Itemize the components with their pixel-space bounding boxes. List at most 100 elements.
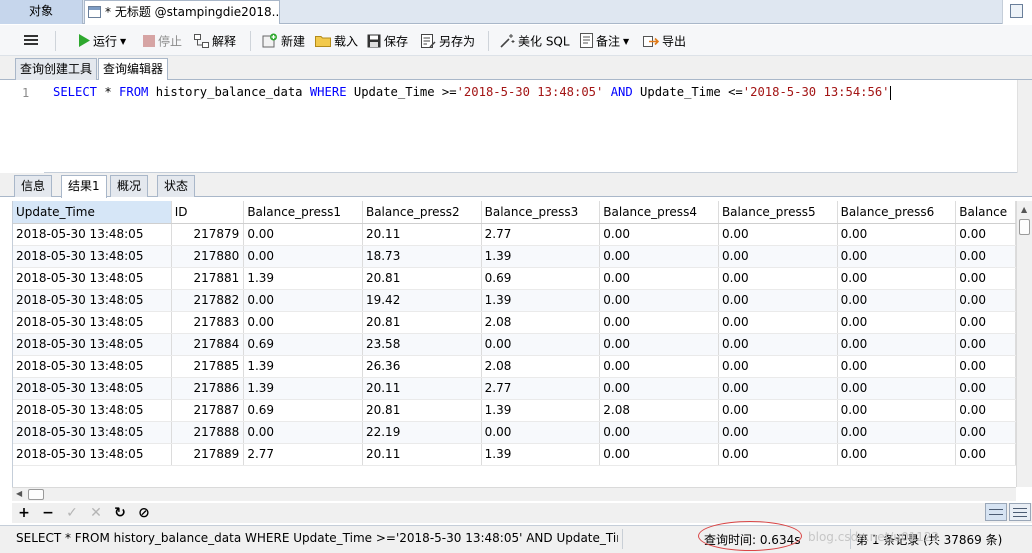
table-cell[interactable]: 20.11: [362, 377, 482, 400]
table-cell[interactable]: 2018-05-30 13:48:05: [13, 267, 172, 290]
table-cell[interactable]: 0.00: [599, 223, 719, 246]
delete-record-icon[interactable]: −: [40, 504, 56, 522]
tab-profile[interactable]: 概况: [110, 175, 149, 197]
table-cell[interactable]: 0.69: [243, 399, 363, 422]
explain-button[interactable]: 解释: [194, 31, 236, 51]
table-cell[interactable]: 0.00: [837, 223, 957, 246]
table-cell[interactable]: 217881: [171, 267, 245, 290]
table-cell[interactable]: 0.00: [837, 245, 957, 268]
tab-objects[interactable]: 对象: [0, 0, 83, 24]
table-cell[interactable]: 0.00: [955, 421, 1016, 444]
table-cell[interactable]: 0.00: [599, 289, 719, 312]
table-row[interactable]: 2018-05-30 13:48:05 217888 0.00 22.19 0.00 0.…: [13, 421, 1016, 444]
table-cell[interactable]: 20.11: [362, 443, 482, 466]
table-cell[interactable]: 0.00: [599, 443, 719, 466]
table-row[interactable]: 2018-05-30 13:48:05 217885 1.39 26.36 2.08 0.…: [13, 355, 1016, 378]
table-cell[interactable]: 2018-05-30 13:48:05: [13, 399, 172, 422]
refresh-icon[interactable]: ↻: [112, 504, 128, 522]
table-cell[interactable]: 2018-05-30 13:48:05: [13, 333, 172, 356]
table-cell[interactable]: 0.00: [718, 399, 838, 422]
grid-vertical-scrollbar[interactable]: ▲: [1016, 201, 1032, 487]
table-cell[interactable]: 2018-05-30 13:48:05: [13, 311, 172, 334]
grid-view-icon[interactable]: [985, 503, 1007, 521]
save-button[interactable]: 保存: [367, 31, 408, 51]
table-cell[interactable]: 2.77: [481, 223, 601, 246]
table-cell[interactable]: 0.00: [599, 377, 719, 400]
form-view-icon[interactable]: [1009, 503, 1031, 521]
table-cell[interactable]: 217887: [171, 399, 245, 422]
load-button[interactable]: 载入: [315, 31, 358, 51]
table-cell[interactable]: 0.00: [599, 333, 719, 356]
table-row[interactable]: 2018-05-30 13:48:05 217886 1.39 20.11 2.77 0.…: [13, 377, 1016, 400]
scroll-up-icon[interactable]: ▲: [1021, 205, 1027, 214]
column-header[interactable]: Balance: [955, 201, 1016, 224]
sql-editor[interactable]: 1 SELECT * FROM history_balance_data WHE…: [0, 80, 1032, 173]
new-button[interactable]: 新建: [262, 31, 305, 51]
table-cell[interactable]: 0.00: [837, 399, 957, 422]
tab-result-1[interactable]: 结果1: [61, 175, 107, 198]
table-cell[interactable]: 20.81: [362, 267, 482, 290]
table-cell[interactable]: 0.00: [837, 377, 957, 400]
table-cell[interactable]: 0.00: [718, 267, 838, 290]
table-cell[interactable]: 0.00: [243, 421, 363, 444]
table-cell[interactable]: 1.39: [481, 443, 601, 466]
table-cell[interactable]: 0.00: [243, 311, 363, 334]
stop-button[interactable]: 停止: [143, 31, 182, 51]
table-row[interactable]: 2018-05-30 13:48:05 217884 0.69 23.58 0.00 0.…: [13, 333, 1016, 356]
table-cell[interactable]: 0.00: [599, 267, 719, 290]
tab-query-editor[interactable]: 查询编辑器: [98, 58, 169, 81]
table-cell[interactable]: 1.39: [481, 245, 601, 268]
scroll-thumb[interactable]: [28, 489, 44, 500]
table-cell[interactable]: 0.00: [718, 223, 838, 246]
table-cell[interactable]: 0.00: [718, 333, 838, 356]
column-header[interactable]: Balance_press4: [599, 201, 719, 224]
table-cell[interactable]: 0.00: [837, 355, 957, 378]
table-row[interactable]: 2018-05-30 13:48:05 217889 2.77 20.11 1.39 0.…: [13, 443, 1016, 466]
scroll-thumb[interactable]: [1019, 219, 1030, 235]
table-cell[interactable]: 0.00: [837, 267, 957, 290]
table-cell[interactable]: 0.00: [955, 311, 1016, 334]
table-cell[interactable]: 20.11: [362, 223, 482, 246]
table-cell[interactable]: 0.00: [243, 245, 363, 268]
table-cell[interactable]: 0.00: [955, 245, 1016, 268]
table-cell[interactable]: 0.00: [599, 311, 719, 334]
table-cell[interactable]: 19.42: [362, 289, 482, 312]
grid-horizontal-scrollbar[interactable]: ◀: [12, 487, 1016, 501]
table-cell[interactable]: 0.00: [955, 399, 1016, 422]
column-header[interactable]: Balance_press5: [718, 201, 838, 224]
table-cell[interactable]: 2018-05-30 13:48:05: [13, 377, 172, 400]
table-cell[interactable]: 217888: [171, 421, 245, 444]
table-cell[interactable]: 1.39: [481, 289, 601, 312]
table-cell[interactable]: 217883: [171, 311, 245, 334]
table-cell[interactable]: 0.00: [718, 443, 838, 466]
table-cell[interactable]: 2.77: [481, 377, 601, 400]
table-cell[interactable]: 0.69: [243, 333, 363, 356]
table-cell[interactable]: 2018-05-30 13:48:05: [13, 289, 172, 312]
table-cell[interactable]: 1.39: [243, 267, 363, 290]
table-cell[interactable]: 2018-05-30 13:48:05: [13, 443, 172, 466]
comment-button[interactable]: 备注 ▼: [580, 31, 629, 51]
table-cell[interactable]: 0.69: [481, 267, 601, 290]
new-window-button[interactable]: [1002, 0, 1032, 24]
table-cell[interactable]: 0.00: [718, 355, 838, 378]
chevron-down-icon[interactable]: ▼: [120, 37, 126, 46]
table-row[interactable]: 2018-05-30 13:48:05 217881 1.39 20.81 0.69 0.…: [13, 267, 1016, 290]
table-cell[interactable]: 26.36: [362, 355, 482, 378]
table-cell[interactable]: 217885: [171, 355, 245, 378]
table-cell[interactable]: 217889: [171, 443, 245, 466]
scroll-left-icon[interactable]: ◀: [16, 489, 22, 498]
table-cell[interactable]: 0.00: [599, 355, 719, 378]
column-header[interactable]: Update_Time: [13, 201, 172, 224]
table-cell[interactable]: 0.00: [955, 223, 1016, 246]
table-cell[interactable]: 0.00: [718, 245, 838, 268]
table-cell[interactable]: 0.00: [243, 223, 363, 246]
table-cell[interactable]: 2018-05-30 13:48:05: [13, 355, 172, 378]
table-cell[interactable]: 0.00: [955, 443, 1016, 466]
editor-scrollbar[interactable]: [1017, 80, 1032, 173]
table-row[interactable]: 2018-05-30 13:48:05 217880 0.00 18.73 1.39 0.…: [13, 245, 1016, 268]
table-cell[interactable]: 0.00: [718, 377, 838, 400]
table-cell[interactable]: 217882: [171, 289, 245, 312]
table-cell[interactable]: 23.58: [362, 333, 482, 356]
table-cell[interactable]: 2.77: [243, 443, 363, 466]
table-cell[interactable]: 0.00: [837, 421, 957, 444]
